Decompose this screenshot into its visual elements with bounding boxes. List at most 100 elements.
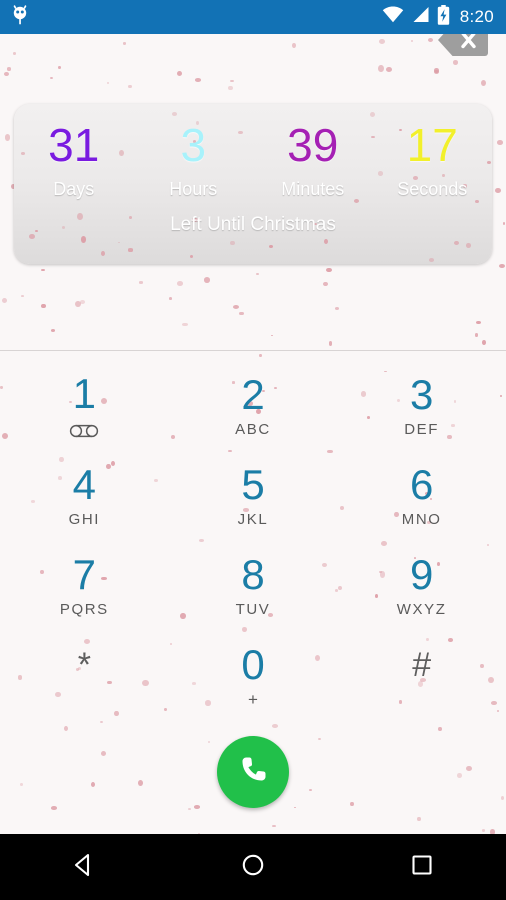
confetti-dot bbox=[259, 353, 263, 358]
dialpad-key-digit: 5 bbox=[241, 460, 265, 508]
countdown-unit-days: 31 Days bbox=[14, 118, 134, 202]
dialpad-key-sublabel: + bbox=[248, 689, 258, 709]
confetti-dot bbox=[91, 782, 96, 788]
dialpad-key-4[interactable]: 4 GHI bbox=[0, 450, 169, 540]
confetti-dot bbox=[293, 806, 296, 809]
status-bar-clock: 8:20 bbox=[459, 7, 494, 26]
dialpad-key-2[interactable]: 2 ABC bbox=[169, 360, 338, 450]
dialpad-key-sublabel: DEF bbox=[404, 420, 440, 438]
dialpad-key-star[interactable]: * bbox=[0, 630, 169, 720]
dialpad-key-7[interactable]: 7 PQRS bbox=[0, 540, 169, 630]
confetti-dot bbox=[318, 737, 321, 741]
confetti-dot bbox=[377, 64, 384, 72]
nav-back-button[interactable] bbox=[49, 834, 119, 900]
phone-handset-icon bbox=[235, 752, 271, 793]
confetti-dot bbox=[6, 67, 12, 71]
dialer-divider bbox=[0, 350, 506, 351]
confetti-dot bbox=[63, 725, 69, 732]
dialpad-key-sublabel: TUV bbox=[235, 600, 271, 618]
dial-number-input[interactable] bbox=[0, 266, 506, 351]
confetti-dot bbox=[13, 52, 17, 55]
nav-recents-button[interactable] bbox=[387, 834, 457, 900]
battery-charging-icon bbox=[437, 4, 450, 30]
dialpad-key-3[interactable]: 3 DEF bbox=[337, 360, 506, 450]
dialpad-key-sublabel: PQRS bbox=[59, 600, 109, 618]
confetti-dot bbox=[51, 806, 58, 810]
dialpad-key-digit: * bbox=[77, 645, 91, 684]
confetti-dot bbox=[496, 140, 504, 145]
home-circle-icon bbox=[240, 852, 266, 883]
christmas-countdown-widget[interactable]: 31 Days 3 Hours 39 Minutes 17 Seconds Le… bbox=[14, 104, 492, 264]
android-navigation-bar bbox=[0, 834, 506, 900]
dialpad-key-8[interactable]: 8 TUV bbox=[169, 540, 338, 630]
dialpad-key-1[interactable]: 1 bbox=[0, 360, 169, 450]
confetti-dot bbox=[100, 720, 103, 723]
confetti-dot bbox=[452, 60, 458, 65]
back-triangle-icon bbox=[71, 852, 97, 883]
countdown-units-row: 31 Days 3 Hours 39 Minutes 17 Seconds bbox=[14, 118, 492, 202]
dialpad-key-digit: 6 bbox=[409, 460, 434, 508]
confetti-dot bbox=[291, 42, 296, 48]
confetti-dot bbox=[19, 782, 23, 787]
dialpad-keypad: 1 2 ABC 3 DEF 4 GHI 5 JKL 6 MNO 7 PQRS 8 TUV 9 WXYZ * 0 + # bbox=[0, 360, 506, 720]
confetti-dot bbox=[4, 72, 9, 77]
countdown-unit-seconds: 17 Seconds bbox=[373, 118, 493, 202]
confetti-dot bbox=[272, 824, 277, 827]
confetti-dot bbox=[433, 68, 439, 74]
dialpad-key-5[interactable]: 5 JKL bbox=[169, 450, 338, 540]
confetti-dot bbox=[385, 67, 392, 73]
confetti-dot bbox=[272, 723, 279, 728]
phone-dialer-screen: 8:20 31 Days 3 Hours 39 Minutes 17 Secon… bbox=[0, 0, 506, 900]
dialpad-key-digit: 8 bbox=[241, 550, 265, 598]
dialpad-key-6[interactable]: 6 MNO bbox=[337, 450, 506, 540]
confetti-dot bbox=[100, 751, 107, 757]
confetti-dot bbox=[49, 77, 53, 80]
android-robot-icon bbox=[10, 4, 30, 31]
dialpad-key-digit: 2 bbox=[241, 370, 265, 418]
countdown-minutes-value: 39 bbox=[287, 119, 339, 171]
confetti-dot bbox=[4, 134, 11, 141]
dialpad-key-9[interactable]: 9 WXYZ bbox=[337, 540, 506, 630]
confetti-dot bbox=[58, 65, 61, 69]
countdown-seconds-value: 17 bbox=[406, 119, 458, 171]
confetti-dot bbox=[410, 39, 414, 43]
confetti-dot bbox=[427, 37, 434, 43]
confetti-dot bbox=[230, 79, 234, 83]
confetti-dot bbox=[502, 221, 506, 225]
dialpad-key-0[interactable]: 0 + bbox=[169, 630, 338, 720]
confetti-dot bbox=[433, 69, 440, 75]
confetti-dot bbox=[481, 79, 487, 86]
confetti-dot bbox=[482, 829, 485, 832]
dialpad-key-sublabel: WXYZ bbox=[396, 600, 447, 618]
countdown-minutes-label: Minutes bbox=[281, 179, 345, 199]
confetti-dot bbox=[106, 82, 110, 84]
confetti-dot bbox=[228, 85, 233, 91]
dialpad-key-digit: 7 bbox=[72, 550, 96, 598]
countdown-seconds-label: Seconds bbox=[397, 179, 468, 199]
call-button[interactable] bbox=[217, 736, 289, 808]
cellular-signal-icon bbox=[411, 6, 430, 28]
confetti-dot bbox=[138, 780, 143, 787]
dialpad-key-digit: 4 bbox=[72, 460, 96, 508]
confetti-dot bbox=[378, 39, 385, 45]
dialpad-key-sublabel: ABC bbox=[235, 420, 271, 438]
confetti-dot bbox=[495, 188, 501, 194]
confetti-dot bbox=[176, 70, 182, 76]
dialpad-key-digit: 9 bbox=[409, 550, 434, 598]
confetti-dot bbox=[122, 42, 127, 46]
dialpad-key-digit: 3 bbox=[409, 370, 434, 418]
dialpad-key-sublabel: MNO bbox=[401, 510, 442, 528]
dialpad-key-pound[interactable]: # bbox=[337, 630, 506, 720]
confetti-dot bbox=[187, 807, 192, 811]
wifi-icon bbox=[382, 6, 404, 28]
countdown-unit-hours: 3 Hours bbox=[134, 118, 254, 202]
countdown-footer-text: Left Until Christmas bbox=[170, 214, 336, 235]
confetti-dot bbox=[465, 766, 472, 772]
countdown-days-value: 31 bbox=[48, 119, 100, 171]
confetti-dot bbox=[417, 816, 421, 822]
confetti-dot bbox=[128, 84, 132, 89]
countdown-unit-minutes: 39 Minutes bbox=[253, 118, 373, 202]
confetti-dot bbox=[438, 727, 442, 731]
dialpad-key-digit: 1 bbox=[72, 370, 96, 417]
nav-home-button[interactable] bbox=[218, 834, 288, 900]
